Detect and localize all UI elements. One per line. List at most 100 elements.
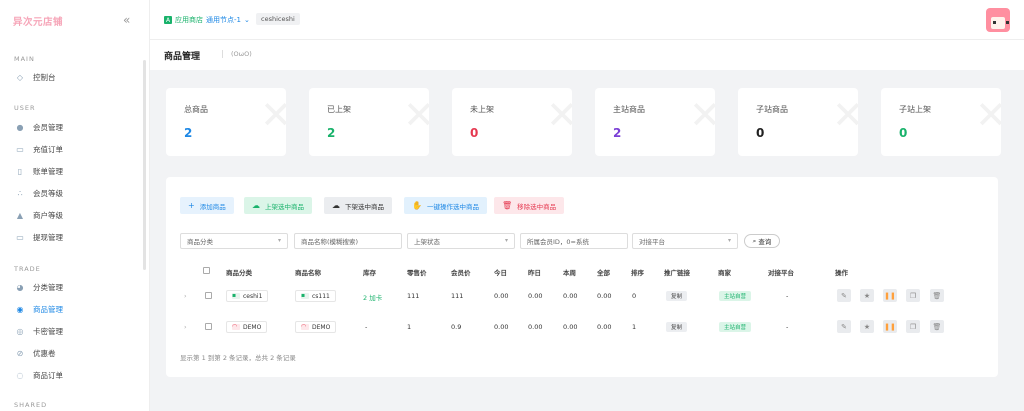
- page-header: 商品管理 (OωO): [150, 40, 1024, 70]
- sidebar: 异次元店铺 « MAIN ◇ 控制台 USER ● 会员管理 ▭ 充值订单 ▯ 账单管理…: [0, 0, 150, 411]
- card-icon: ◎: [16, 326, 24, 336]
- stat-card-total: ✕ 总商品 2: [166, 88, 286, 156]
- remove-selected-button[interactable]: 🗑 移除选中商品: [494, 197, 565, 214]
- platform-value: -: [786, 323, 789, 331]
- node-selector[interactable]: 通用节点-1: [206, 15, 241, 25]
- stat-card-sub-goods: ✕ 子站商品 0: [738, 88, 858, 156]
- retail-price: 1: [407, 323, 412, 331]
- sidebar-item-members[interactable]: ● 会员管理: [14, 119, 139, 135]
- store-switcher[interactable]: A 应用商店 通用节点-1 ⌄: [164, 15, 250, 25]
- week-sales: 0.00: [563, 292, 578, 300]
- image-icon: ▪: [232, 293, 240, 299]
- sidebar-item-cards[interactable]: ◎ 卡密管理: [14, 323, 139, 339]
- col-merchant: 商家: [718, 269, 731, 277]
- category-icon: ◕: [16, 282, 24, 292]
- level-icon: ∴: [17, 188, 23, 198]
- brand-logo: 异次元店铺: [13, 17, 64, 28]
- status-select[interactable]: 上架状态 ▾: [407, 233, 515, 249]
- chevron-down-icon: ▾: [504, 237, 508, 244]
- collapse-sidebar-icon[interactable]: «: [123, 13, 130, 27]
- demo-icon: ◠: [301, 324, 309, 330]
- row-checkbox[interactable]: [205, 292, 212, 299]
- unlist-selected-button[interactable]: ☁ 下架选中商品: [324, 197, 392, 214]
- goods-name-tag: ▪ cs111: [295, 290, 336, 302]
- hand-icon: ✋: [412, 201, 422, 210]
- sidebar-item-recharge[interactable]: ▭ 充值订单: [14, 141, 139, 157]
- col-all: 全部: [597, 269, 610, 277]
- list-selected-button[interactable]: ☁ 上架选中商品: [244, 197, 312, 214]
- topbar: A 应用商店 通用节点-1 ⌄ ceshiceshi: [150, 0, 1024, 40]
- expand-icon[interactable]: ›: [184, 323, 187, 331]
- delete-icon[interactable]: 🗑: [930, 289, 944, 302]
- sidebar-item-goods[interactable]: ◉ 商品管理: [14, 301, 139, 317]
- star-icon[interactable]: ★: [860, 289, 874, 302]
- withdraw-icon: ▭: [16, 232, 24, 242]
- avatar[interactable]: [986, 8, 1010, 32]
- goods-icon: ◉: [16, 304, 24, 314]
- coupon-icon: ⊘: [16, 348, 24, 358]
- store-icon: A: [164, 16, 172, 24]
- sidebar-item-coupons[interactable]: ⊘ 优惠卷: [14, 345, 139, 361]
- sidebar-item-dashboard[interactable]: ◇ 控制台: [14, 69, 139, 85]
- col-retail: 零售价: [407, 269, 427, 277]
- sidebar-item-bills[interactable]: ▯ 账单管理: [14, 163, 139, 179]
- col-actions: 操作: [835, 269, 848, 277]
- today-sales: 0.00: [494, 292, 509, 300]
- row-checkbox[interactable]: [205, 323, 212, 330]
- decor-icon: ✕: [832, 93, 858, 137]
- sidebar-item-categories[interactable]: ◕ 分类管理: [14, 279, 139, 295]
- all-sales: 0.00: [597, 323, 612, 331]
- copy-link-button[interactable]: 复制: [666, 322, 688, 332]
- user-icon: ●: [16, 122, 24, 132]
- stat-card-main-goods: ✕ 主站商品 2: [595, 88, 715, 156]
- category-select[interactable]: 商品分类 ▾: [180, 233, 288, 249]
- col-promo-link: 推广链接: [664, 269, 690, 277]
- today-sales: 0.00: [494, 323, 509, 331]
- search-button[interactable]: ⌕ 查询: [744, 234, 780, 248]
- section-trade: TRADE: [14, 265, 41, 273]
- expand-icon[interactable]: ›: [184, 292, 187, 300]
- chevron-down-icon: ▾: [277, 237, 281, 244]
- copy-icon[interactable]: ❐: [906, 289, 920, 302]
- member-id-input[interactable]: 所属会员ID，0=系统: [520, 233, 628, 249]
- goods-name-input[interactable]: 商品名称(模糊搜索): [294, 233, 402, 249]
- platform-select[interactable]: 对接平台 ▾: [632, 233, 738, 249]
- col-yesterday: 昨日: [528, 269, 541, 277]
- delete-icon[interactable]: 🗑: [930, 320, 944, 333]
- pause-icon[interactable]: ❚❚: [883, 289, 897, 302]
- sidebar-item-member-levels[interactable]: ∴ 会员等级: [14, 185, 139, 201]
- col-name: 商品名称: [295, 269, 321, 277]
- stock-value[interactable]: 2 加卡: [363, 292, 382, 302]
- sidebar-item-orders[interactable]: ◌ 商品订单: [14, 367, 139, 383]
- week-sales: 0.00: [563, 323, 578, 331]
- page-subtitle: (OωO): [222, 50, 252, 58]
- chevron-down-icon: ▾: [727, 237, 731, 244]
- cloud-upload-icon: ☁: [252, 201, 260, 210]
- member-price: 0.9: [451, 323, 462, 331]
- category-tag: ▪ ceshi1: [226, 290, 269, 302]
- sidebar-scrollbar[interactable]: [143, 60, 146, 270]
- demo-icon: ◠: [232, 324, 240, 330]
- category-tag: ◠ DEMO: [226, 321, 268, 333]
- pause-icon[interactable]: ❚❚: [883, 320, 897, 333]
- batch-operate-button[interactable]: ✋ 一键操作选中商品: [404, 197, 487, 214]
- add-goods-button[interactable]: + 添加商品: [180, 197, 234, 214]
- copy-link-button[interactable]: 复制: [666, 291, 688, 301]
- yesterday-sales: 0.00: [528, 323, 543, 331]
- dashboard-icon: ◇: [16, 72, 24, 82]
- select-all-checkbox[interactable]: [203, 267, 210, 274]
- section-shared: SHARED: [14, 401, 48, 409]
- sidebar-item-withdrawals[interactable]: ▭ 提现管理: [14, 229, 139, 245]
- copy-icon[interactable]: ❐: [906, 320, 920, 333]
- bill-icon: ▯: [17, 166, 23, 176]
- search-icon: ⌕: [752, 236, 757, 245]
- decor-icon: ✕: [403, 93, 429, 137]
- edit-icon[interactable]: ✎: [837, 289, 851, 302]
- decor-icon: ✕: [546, 93, 572, 137]
- chevron-down-icon: ⌄: [243, 16, 250, 24]
- star-icon[interactable]: ★: [860, 320, 874, 333]
- edit-icon[interactable]: ✎: [837, 320, 851, 333]
- decor-icon: ✕: [689, 93, 715, 137]
- sort-value: 1: [632, 323, 637, 331]
- sidebar-item-merchant-levels[interactable]: ▲ 商户等级: [14, 207, 139, 223]
